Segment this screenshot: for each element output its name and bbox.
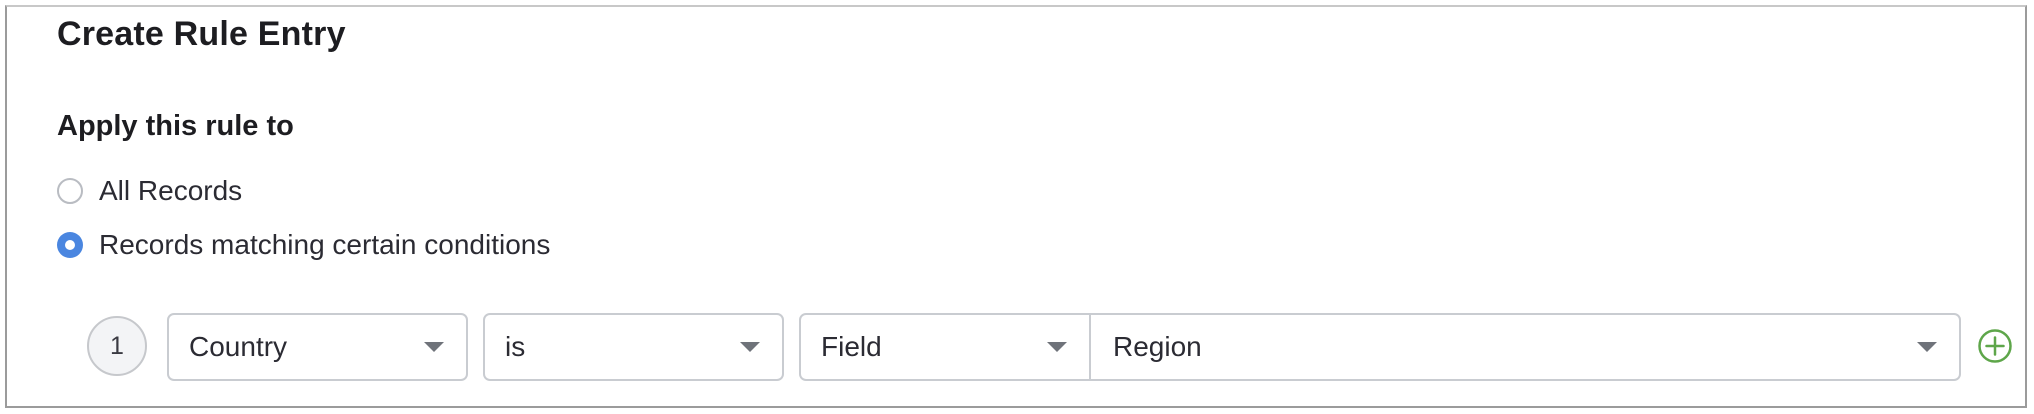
option-matching-conditions-label: Records matching certain conditions: [99, 229, 551, 260]
plus-circle-icon[interactable]: [1977, 328, 2013, 364]
condition-field-select[interactable]: Country: [167, 313, 468, 381]
option-all-records-label: All Records: [99, 175, 243, 206]
radio-all-records[interactable]: [57, 178, 83, 204]
condition-value-type-select[interactable]: Field: [801, 315, 1091, 379]
radio-matching-conditions[interactable]: [57, 232, 83, 258]
condition-operator-value: is: [505, 331, 526, 362]
condition-operator-select[interactable]: is: [483, 313, 784, 381]
chevron-down-icon: [424, 342, 444, 352]
condition-value-type: Field: [821, 331, 882, 362]
apply-rule-heading: Apply this rule to: [57, 110, 294, 142]
create-rule-entry-panel: Create Rule Entry Apply this rule to All…: [5, 5, 2027, 408]
chevron-down-icon: [740, 342, 760, 352]
condition-field-value: Country: [189, 331, 288, 362]
condition-value-combo: Field Region: [799, 313, 1961, 381]
option-all-records[interactable]: All Records: [57, 175, 242, 207]
condition-value-select[interactable]: Region: [1093, 315, 1959, 379]
chevron-down-icon: [1047, 342, 1067, 352]
condition-value: Region: [1113, 331, 1202, 362]
page-title: Create Rule Entry: [57, 15, 346, 53]
condition-row: 1 Country is Field Region: [7, 313, 2025, 381]
chevron-down-icon: [1917, 342, 1937, 352]
condition-index-badge: 1: [87, 316, 147, 376]
option-matching-conditions[interactable]: Records matching certain conditions: [57, 229, 550, 261]
